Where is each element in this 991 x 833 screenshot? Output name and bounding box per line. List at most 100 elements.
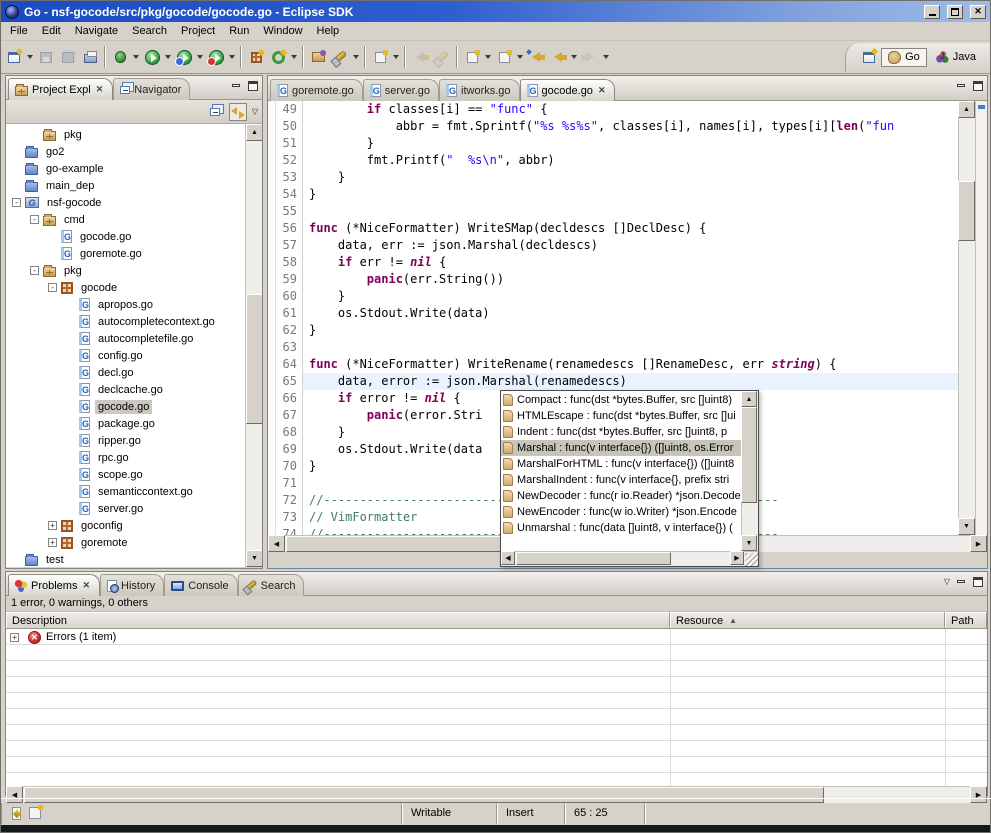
open-resource-button[interactable] bbox=[307, 46, 329, 68]
tab-search[interactable]: Search bbox=[238, 574, 305, 596]
editor-scrollbar-thumb[interactable] bbox=[958, 181, 975, 241]
menu-window[interactable]: Window bbox=[256, 23, 309, 39]
collapse-icon[interactable]: - bbox=[48, 283, 57, 292]
tab-console[interactable]: Console bbox=[164, 574, 237, 596]
menu-search[interactable]: Search bbox=[125, 23, 174, 39]
tree-item-goremote.go[interactable]: Ggoremote.go bbox=[6, 245, 245, 262]
tree-item-apropos.go[interactable]: Gapropos.go bbox=[6, 296, 245, 313]
maximize-button[interactable] bbox=[947, 5, 963, 19]
run-history-button[interactable] bbox=[173, 46, 195, 68]
autocomplete-item[interactable]: NewEncoder : func(w io.Writer) *json.Enc… bbox=[501, 504, 741, 520]
tree-scrollbar-thumb[interactable] bbox=[246, 294, 262, 424]
expand-icon[interactable]: + bbox=[48, 538, 57, 547]
popup-horizontal-scrollbar[interactable]: ◀ ▶ bbox=[501, 551, 758, 566]
view-maximize-button[interactable] bbox=[246, 80, 259, 91]
expand-icon[interactable]: + bbox=[10, 633, 19, 642]
last-edit-location-button[interactable] bbox=[525, 46, 547, 68]
annotation-button[interactable] bbox=[369, 46, 391, 68]
tree-item-gocode[interactable]: -gocode bbox=[6, 279, 245, 296]
popup-scroll-up-button[interactable]: ▲ bbox=[741, 391, 757, 407]
autocomplete-item[interactable]: MarshalIndent : func(v interface{}, pref… bbox=[501, 472, 741, 488]
tree-item-go2[interactable]: go2 bbox=[6, 143, 245, 160]
profile-dropdown[interactable] bbox=[229, 55, 235, 59]
back-button[interactable] bbox=[547, 46, 569, 68]
tab-close-icon[interactable]: ✕ bbox=[597, 85, 607, 96]
pencil-plus-icon[interactable] bbox=[12, 807, 21, 820]
view-menu-button[interactable]: ▽ bbox=[252, 107, 258, 116]
collapse-icon[interactable]: - bbox=[30, 266, 39, 275]
previous-annotation-button[interactable] bbox=[493, 46, 515, 68]
tree-item-rpc.go[interactable]: Grpc.go bbox=[6, 449, 245, 466]
save-all-button[interactable] bbox=[57, 46, 79, 68]
column-description[interactable]: Description bbox=[6, 612, 670, 628]
tree-item-goremote[interactable]: +goremote bbox=[6, 534, 245, 551]
collapse-icon[interactable]: - bbox=[12, 198, 21, 207]
profile-button[interactable] bbox=[205, 46, 227, 68]
overview-ruler[interactable] bbox=[975, 101, 987, 535]
autocomplete-item[interactable]: Unmarshal : func(data []uint8, v interfa… bbox=[501, 520, 741, 536]
tree-item-goconfig[interactable]: +goconfig bbox=[6, 517, 245, 534]
back-dropdown[interactable] bbox=[571, 55, 577, 59]
forward-button[interactable] bbox=[579, 46, 601, 68]
perspective-go[interactable]: Go bbox=[881, 48, 927, 67]
editor-scroll-left-button[interactable]: ◀ bbox=[268, 535, 285, 552]
autocomplete-item[interactable]: Indent : func(dst *bytes.Buffer, src []u… bbox=[501, 424, 741, 440]
menu-edit[interactable]: Edit bbox=[35, 23, 68, 39]
tree-item-declcache.go[interactable]: Gdeclcache.go bbox=[6, 381, 245, 398]
view-minimize-button[interactable] bbox=[229, 80, 242, 91]
menu-project[interactable]: Project bbox=[174, 23, 222, 39]
go-refresh-dropdown[interactable] bbox=[291, 55, 297, 59]
minimize-button[interactable] bbox=[924, 5, 940, 19]
search-button[interactable] bbox=[329, 46, 351, 68]
menu-navigate[interactable]: Navigate bbox=[68, 23, 125, 39]
tree-item-config.go[interactable]: Gconfig.go bbox=[6, 347, 245, 364]
errors-group-row[interactable]: + ✕ Errors (1 item) bbox=[6, 629, 987, 645]
forward-dropdown[interactable] bbox=[603, 55, 609, 59]
run-history-dropdown[interactable] bbox=[197, 55, 203, 59]
new-wizard-dropdown[interactable] bbox=[27, 55, 33, 59]
go-refresh-button[interactable] bbox=[267, 46, 289, 68]
tree-item-server.go[interactable]: Gserver.go bbox=[6, 500, 245, 517]
autocomplete-item[interactable]: Compact : func(dst *bytes.Buffer, src []… bbox=[501, 392, 741, 408]
collapse-icon[interactable]: - bbox=[30, 215, 39, 224]
popup-scroll-down-button[interactable]: ▼ bbox=[741, 535, 757, 551]
popup-resize-grip[interactable] bbox=[745, 553, 758, 566]
debug-dropdown[interactable] bbox=[133, 55, 139, 59]
autocomplete-item[interactable]: Marshal : func(v interface{}) ([]uint8, … bbox=[501, 440, 741, 456]
editor-maximize-button[interactable] bbox=[971, 80, 984, 91]
tree-item-pkg[interactable]: pkg bbox=[6, 126, 245, 143]
tree-item-gocode.go[interactable]: Ggocode.go bbox=[6, 398, 245, 415]
editor-tab-goremote.go[interactable]: Ggoremote.go bbox=[270, 79, 363, 101]
tree-item-package.go[interactable]: Gpackage.go bbox=[6, 415, 245, 432]
expand-icon[interactable]: + bbox=[48, 521, 57, 530]
editor-tab-gocode.go[interactable]: Ggocode.go✕ bbox=[520, 79, 616, 101]
annotation-properties-icon[interactable] bbox=[29, 807, 41, 819]
new-wizard-button[interactable] bbox=[3, 46, 25, 68]
run-button[interactable] bbox=[141, 46, 163, 68]
popup-hscrollbar-thumb[interactable] bbox=[516, 552, 671, 565]
project-tree[interactable]: pkggo2go-examplemain_dep-Gnsf-gocode-cmd… bbox=[6, 126, 245, 567]
tree-item-main_dep[interactable]: main_dep bbox=[6, 177, 245, 194]
editor-scroll-right-button[interactable]: ▶ bbox=[970, 535, 987, 552]
popup-scroll-right-button[interactable]: ▶ bbox=[730, 551, 744, 565]
tree-item-autocompletecontext.go[interactable]: Gautocompletecontext.go bbox=[6, 313, 245, 330]
tab-close-icon[interactable]: ✕ bbox=[95, 84, 105, 95]
popup-scroll-left-button[interactable]: ◀ bbox=[501, 551, 515, 565]
run-dropdown[interactable] bbox=[165, 55, 171, 59]
overview-marker[interactable] bbox=[978, 105, 985, 109]
tree-item-gocode.go[interactable]: Ggocode.go bbox=[6, 228, 245, 245]
undo-edit-button[interactable] bbox=[409, 46, 431, 68]
editor-tab-server.go[interactable]: Gserver.go bbox=[363, 79, 439, 101]
autocomplete-item[interactable]: HTMLEscape : func(dst *bytes.Buffer, src… bbox=[501, 408, 741, 424]
editor-minimize-button[interactable] bbox=[954, 80, 967, 91]
editor-scroll-down-button[interactable]: ▼ bbox=[958, 518, 975, 535]
perspective-java[interactable]: J Java bbox=[930, 49, 982, 66]
tree-item-pkg[interactable]: -pkg bbox=[6, 262, 245, 279]
tree-item-autocompletefile.go[interactable]: Gautocompletefile.go bbox=[6, 330, 245, 347]
tab-project-explorer[interactable]: Project Expl ✕ bbox=[8, 78, 113, 100]
problems-maximize-button[interactable] bbox=[971, 576, 984, 587]
next-annotation-button[interactable] bbox=[461, 46, 483, 68]
previous-annotation-dropdown[interactable] bbox=[517, 55, 523, 59]
problems-view-menu-button[interactable]: ▽ bbox=[944, 577, 950, 586]
scroll-down-button[interactable]: ▼ bbox=[246, 550, 262, 567]
